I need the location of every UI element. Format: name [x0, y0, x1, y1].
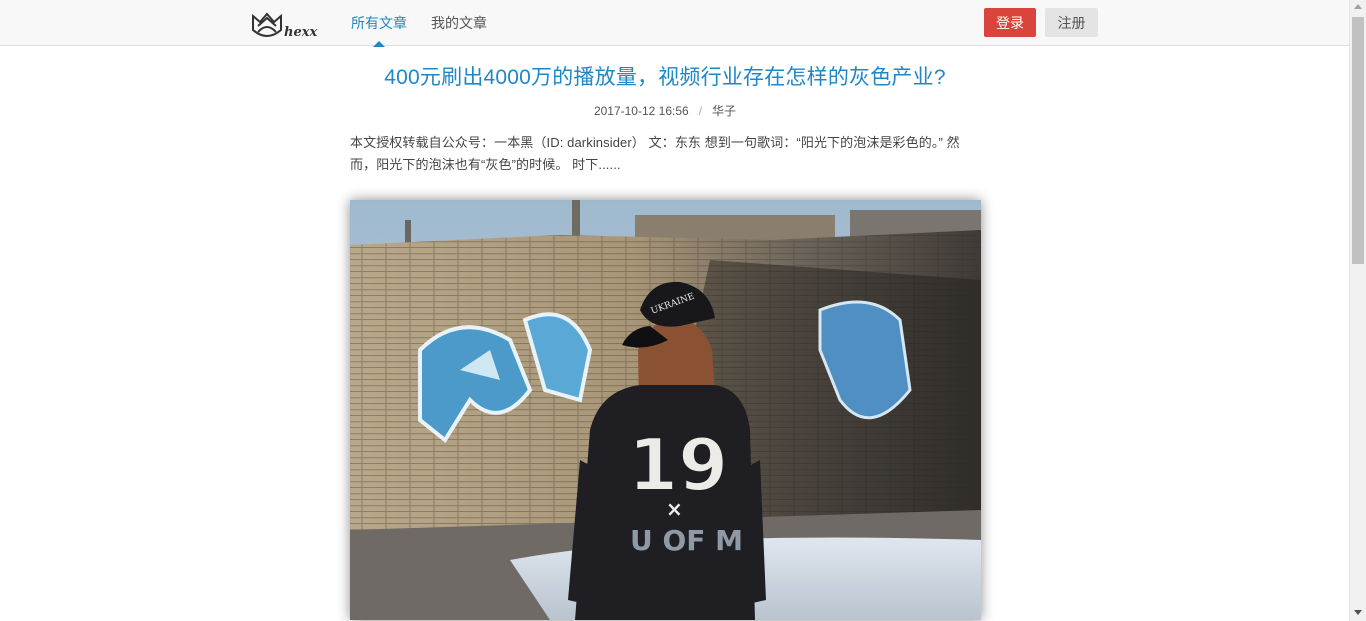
login-button[interactable]: 登录: [984, 8, 1036, 37]
article-meta: 2017-10-12 16:56 / 华子: [350, 103, 980, 119]
scroll-down-arrow-icon[interactable]: [1354, 610, 1362, 615]
article-author[interactable]: 华子: [712, 104, 736, 118]
jersey-number: 19: [628, 423, 728, 507]
tab-my-articles[interactable]: 我的文章: [431, 14, 487, 32]
jersey-text: U OF M: [630, 524, 743, 557]
meta-separator: /: [698, 104, 703, 118]
scrollbar-thumb[interactable]: [1352, 17, 1364, 264]
jersey-mark: ×: [666, 497, 683, 521]
scroll-up-arrow-icon[interactable]: [1354, 4, 1362, 9]
photo-graffiti-wall-icon: 19 × U OF M UKRAINE: [350, 200, 981, 620]
register-button[interactable]: 注册: [1045, 8, 1098, 37]
tab-all-articles[interactable]: 所有文章: [351, 14, 407, 47]
logo-text: hexx: [284, 25, 317, 40]
top-navbar: hexx 所有文章 我的文章 登录 注册: [0, 0, 1349, 47]
article-title[interactable]: 400元刷出4000万的播放量，视频行业存在怎样的灰色产业?: [330, 64, 1000, 92]
article-date: 2017-10-12 16:56: [593, 104, 689, 118]
site-logo[interactable]: hexx: [250, 8, 322, 40]
article-excerpt: 本文授权转载自公众号：一本黑（ID: darkinsider） 文：东东 想到一…: [350, 135, 960, 172]
article-cover-image[interactable]: 19 × U OF M UKRAINE: [350, 200, 981, 620]
page-scrollbar[interactable]: [1349, 0, 1366, 621]
